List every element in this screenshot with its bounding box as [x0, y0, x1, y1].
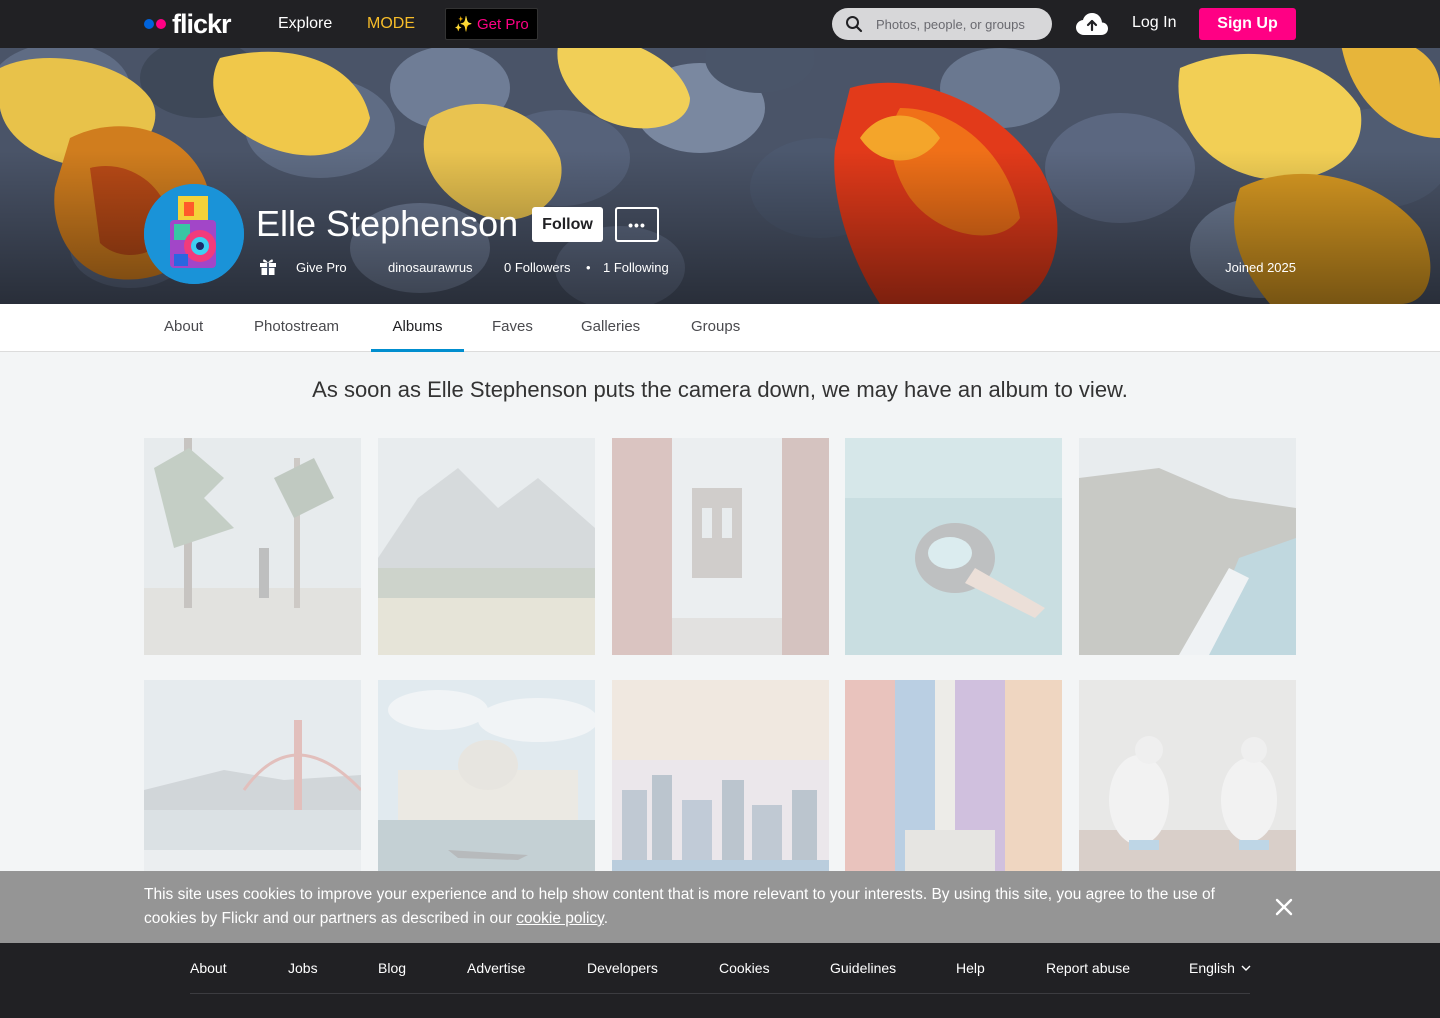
- tab-faves[interactable]: Faves: [492, 304, 533, 352]
- placeholder-photo-bridge: [612, 438, 829, 655]
- flickr-logo[interactable]: flickr: [144, 9, 232, 39]
- gift-icon[interactable]: [258, 256, 278, 276]
- profile-name: Elle Stephenson: [256, 203, 519, 244]
- footer-link-report-abuse[interactable]: Report abuse: [1046, 959, 1130, 977]
- placeholder-photo-snorkel: [845, 438, 1062, 655]
- avatar[interactable]: [144, 184, 244, 284]
- footer-link-blog[interactable]: Blog: [378, 959, 406, 977]
- empty-albums-message: As soon as Elle Stephenson puts the came…: [312, 377, 1128, 402]
- more-options-button[interactable]: •••: [615, 207, 659, 242]
- sparkle-icon: ✨: [454, 16, 473, 33]
- tab-albums[interactable]: Albums: [371, 304, 464, 352]
- footer-link-about[interactable]: About: [190, 959, 227, 977]
- avatar-image: [144, 184, 244, 284]
- following-count[interactable]: 1 Following: [603, 260, 669, 276]
- footer-divider: [190, 993, 1250, 994]
- give-pro-link[interactable]: Give Pro: [296, 260, 347, 276]
- placeholder-photo-valley: [378, 438, 595, 655]
- login-link[interactable]: Log In: [1132, 14, 1176, 32]
- profile-username: dinosaurawrus: [388, 260, 473, 275]
- cookie-message: This site uses cookies to improve your e…: [144, 886, 1215, 927]
- followers-count[interactable]: 0 Followers: [504, 260, 570, 276]
- upload-cloud-icon[interactable]: [1075, 11, 1109, 37]
- logo-pink-dot: [156, 19, 166, 29]
- tab-about[interactable]: About: [164, 304, 203, 352]
- search-icon: [846, 16, 863, 33]
- cookie-policy-link[interactable]: cookie policy: [516, 910, 604, 927]
- placeholder-photo-forest: [144, 438, 361, 655]
- language-label: English: [1189, 960, 1235, 976]
- chevron-down-icon: [1241, 965, 1251, 971]
- footer-link-jobs[interactable]: Jobs: [288, 959, 318, 977]
- language-selector[interactable]: English: [1189, 959, 1251, 977]
- footer-link-help[interactable]: Help: [956, 959, 985, 977]
- footer-link-guidelines[interactable]: Guidelines: [830, 959, 896, 977]
- follow-button[interactable]: Follow: [532, 207, 603, 242]
- placeholder-photo-skyline: [612, 680, 829, 897]
- joined-date: Joined 2025: [1225, 260, 1296, 275]
- placeholder-photo-street: [845, 680, 1062, 897]
- get-pro-button[interactable]: ✨ Get Pro: [445, 8, 538, 40]
- logo-wordmark: flickr: [172, 9, 232, 39]
- cookie-text: This site uses cookies to improve your e…: [144, 883, 1254, 931]
- cookie-banner: This site uses cookies to improve your e…: [0, 871, 1440, 943]
- footer: About Jobs Blog Advertise Developers Coo…: [0, 943, 1440, 1018]
- close-icon[interactable]: [1274, 897, 1294, 917]
- placeholder-photo-coast: [1079, 438, 1296, 655]
- footer-link-developers[interactable]: Developers: [587, 959, 658, 977]
- meta-separator: •: [586, 260, 591, 275]
- placeholder-photo-birds: [1079, 680, 1296, 897]
- cover-photo: Elle Stephenson Follow ••• Give Pro dino…: [0, 48, 1440, 304]
- nav-explore[interactable]: Explore: [278, 14, 332, 34]
- footer-link-advertise[interactable]: Advertise: [467, 959, 525, 977]
- tab-photostream[interactable]: Photostream: [254, 304, 339, 352]
- footer-link-cookies[interactable]: Cookies: [719, 959, 770, 977]
- get-pro-label: Get Pro: [477, 15, 529, 33]
- top-nav: flickr Explore MODE ✨ Get Pro Log In Sig…: [0, 0, 1440, 48]
- search-box[interactable]: [832, 8, 1052, 40]
- search-input[interactable]: [876, 8, 1046, 40]
- cookie-period: .: [603, 910, 609, 927]
- signup-button[interactable]: Sign Up: [1199, 8, 1296, 40]
- placeholder-photo-golden-gate: [144, 680, 361, 897]
- profile-tabs: About Photostream Albums Faves Galleries…: [0, 304, 1440, 352]
- placeholder-photo-venice: [378, 680, 595, 897]
- logo-blue-dot: [144, 19, 154, 29]
- tab-groups[interactable]: Groups: [691, 304, 740, 352]
- nav-mode[interactable]: MODE: [367, 14, 415, 34]
- tab-galleries[interactable]: Galleries: [581, 304, 640, 352]
